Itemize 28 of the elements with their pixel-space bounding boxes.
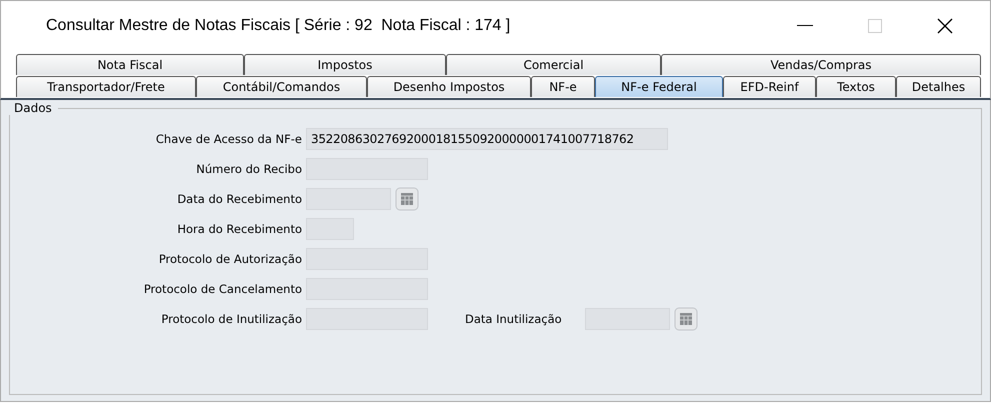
field-label: Protocolo de Autorização — [158, 252, 303, 266]
field-label: Número do Recibo — [195, 162, 303, 176]
tab[interactable]: Comercial — [446, 54, 661, 75]
calendar-icon — [674, 306, 698, 330]
tab[interactable]: EFD-Reinf — [723, 76, 816, 97]
tab[interactable]: Vendas/Compras — [661, 54, 981, 75]
tab[interactable]: NF-e Federal — [595, 76, 723, 97]
tab[interactable]: NF-e — [531, 76, 595, 97]
tab[interactable]: Detalhes — [896, 76, 981, 97]
minimize-icon — [797, 24, 813, 26]
field-label: Data do Recebimento — [176, 192, 303, 206]
field-label: Chave de Acesso da NF-e — [154, 132, 303, 146]
field-label: Data Inutilização — [465, 312, 563, 326]
tab[interactable]: Transportador/Frete — [16, 76, 196, 97]
field-label: Hora do Recebimento — [176, 222, 303, 236]
calendar-icon — [395, 186, 419, 210]
tab[interactable]: Impostos — [244, 54, 446, 75]
tab[interactable]: Nota Fiscal — [16, 54, 244, 75]
field-label: Protocolo de Inutilização — [160, 312, 303, 326]
group-title: Dados — [8, 101, 58, 115]
tab[interactable]: Contábil/Comandos — [196, 76, 367, 97]
close-icon — [937, 18, 953, 34]
tab[interactable]: Desenho Impostos — [367, 76, 531, 97]
maximize-icon — [868, 18, 882, 32]
window-title: Consultar Mestre de Notas Fiscais [ Série : 92 Nota Fiscal : 174 ] — [46, 16, 512, 34]
tab[interactable]: Textos — [816, 76, 896, 97]
field-label: Protocolo de Cancelamento — [142, 282, 303, 296]
input-field[interactable]: 35220863027692000181550920000001741007718762 — [306, 128, 668, 150]
